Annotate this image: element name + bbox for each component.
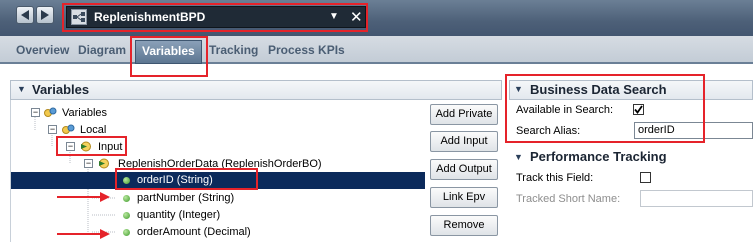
tree-item-variables[interactable]: Variables: [62, 107, 107, 119]
annotation-box-order-id: [115, 168, 258, 190]
link-epv-button[interactable]: Link Epv: [430, 187, 498, 208]
forward-arrow-icon: [41, 10, 49, 20]
field-icon: [123, 229, 130, 236]
tree-expander[interactable]: −: [48, 125, 57, 134]
tab-diagram[interactable]: Diagram: [78, 43, 126, 57]
remove-button[interactable]: Remove: [430, 215, 498, 236]
track-this-field-label: Track this Field:: [516, 172, 594, 184]
business-object-icon: [99, 158, 109, 169]
annotation-box-bpd: [62, 3, 368, 32]
add-output-button[interactable]: Add Output: [430, 159, 498, 180]
forward-button[interactable]: [36, 6, 54, 24]
add-input-button[interactable]: Add Input: [430, 131, 498, 152]
local-folder-icon: [62, 124, 75, 134]
field-icon: [123, 195, 130, 202]
tracked-short-name-input[interactable]: [640, 190, 753, 207]
tab-process-kpis[interactable]: Process KPIs: [268, 43, 345, 57]
annotation-arrow: [57, 229, 110, 239]
tree-item-quantity[interactable]: quantity (Integer): [137, 209, 220, 221]
tree-expander[interactable]: −: [31, 108, 40, 117]
annotation-box-input: [56, 136, 127, 156]
variables-folder-icon: [44, 107, 57, 117]
tracked-short-name-label: Tracked Short Name:: [516, 193, 621, 205]
annotation-box-business-data-search: [505, 74, 705, 143]
tree-item-local[interactable]: Local: [80, 124, 106, 136]
tab-tracking[interactable]: Tracking: [209, 43, 258, 57]
add-private-button[interactable]: Add Private: [430, 104, 498, 125]
tree-item-order-amount[interactable]: orderAmount (Decimal): [137, 226, 251, 238]
collapse-triangle-icon[interactable]: ▼: [514, 152, 523, 162]
field-icon: [123, 212, 130, 219]
tab-overview[interactable]: Overview: [16, 43, 69, 57]
annotation-box-variables-tab: [130, 36, 208, 77]
back-button[interactable]: [16, 6, 34, 24]
variables-panel-title: Variables: [32, 82, 90, 97]
track-this-field-checkbox[interactable]: [640, 172, 651, 183]
tree-expander[interactable]: −: [84, 159, 93, 168]
performance-tracking-title: Performance Tracking: [530, 149, 667, 164]
back-arrow-icon: [21, 10, 29, 20]
annotation-arrow: [57, 192, 110, 202]
collapse-triangle-icon[interactable]: ▼: [17, 84, 26, 94]
tree-item-part-number[interactable]: partNumber (String): [137, 192, 234, 204]
